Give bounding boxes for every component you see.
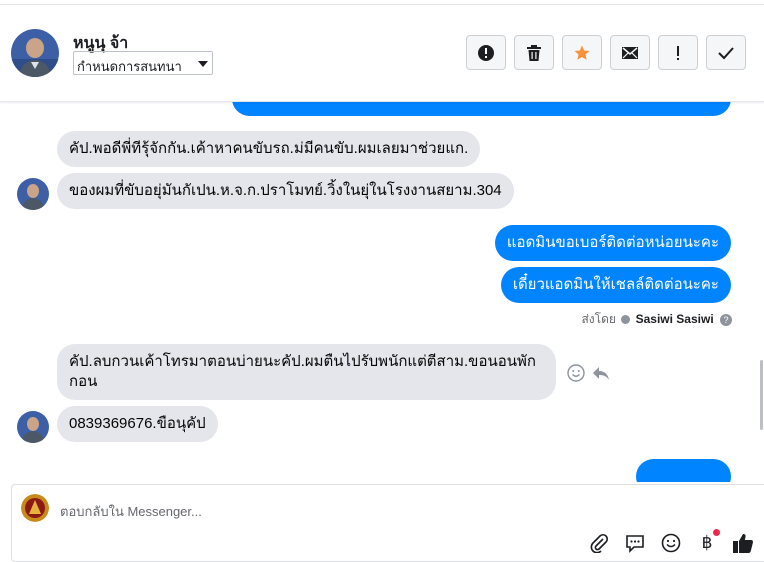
thread-scrollbar[interactable]	[760, 360, 763, 430]
exclamation-icon	[677, 45, 679, 60]
check-icon	[718, 46, 734, 59]
reply-composer: ตอบกลับใน Messenger... ฿	[11, 484, 764, 562]
star-button[interactable]	[562, 35, 602, 70]
report-button[interactable]	[466, 35, 506, 70]
outgoing-message[interactable]: เดี๋ยวแอดมินให้เชลล์ติดต่อนะคะ	[500, 267, 731, 303]
incoming-message[interactable]: ของผมที่ขับอยุ่มันกัเปน.ห.จ.ก.ปราโมทย์.ว…	[57, 173, 514, 209]
outgoing-message[interactable]: แอดมินขอเบอร์ติดต่อหน่อยนะคะ	[494, 225, 731, 261]
chevron-down-icon	[198, 61, 208, 67]
outgoing-message-partial[interactable]	[232, 101, 731, 116]
contact-avatar-small[interactable]	[17, 178, 49, 210]
trash-icon	[527, 44, 541, 61]
react-emoji-icon[interactable]	[567, 364, 585, 387]
thumbs-up-icon[interactable]	[731, 531, 755, 555]
sent-by-line: ส่งโดย Sasiwi Sasiwi ?	[581, 310, 732, 329]
baht-payment-icon[interactable]: ฿	[695, 529, 720, 555]
conversation-header: หนูนุ จ้า กำหนดการสนทนา	[0, 5, 764, 102]
paperclip-icon[interactable]	[587, 531, 611, 555]
exclamation-circle-icon	[478, 44, 494, 61]
contact-avatar[interactable]	[11, 29, 59, 77]
sent-by-name: Sasiwi Sasiwi	[635, 312, 714, 326]
verified-icon	[621, 315, 631, 324]
label-select-value: กำหนดการสนทนา	[77, 59, 182, 74]
saved-reply-icon[interactable]	[623, 531, 647, 555]
mark-unread-button[interactable]	[610, 35, 650, 70]
incoming-message[interactable]: 0839369676.ขือนุคัป	[57, 406, 218, 442]
done-button[interactable]	[706, 35, 746, 70]
emoji-icon[interactable]	[659, 531, 683, 555]
outgoing-message-partial[interactable]	[636, 459, 731, 482]
conversation-label-select[interactable]: กำหนดการสนทนา	[73, 51, 213, 75]
reply-arrow-icon[interactable]	[592, 364, 610, 387]
incoming-message[interactable]: คัป.ลบกวนเค้าโทรมาตอนบ่ายนะคัป.ผมตืนไปรั…	[57, 344, 556, 400]
sent-by-prefix: ส่งโดย	[581, 312, 616, 326]
incoming-message[interactable]: คัป.พอดีพี่ทีรุ้จักกัน.เค้าหาคนขับรถ.ม่ม…	[57, 131, 481, 167]
reply-input[interactable]: ตอบกลับใน Messenger...	[60, 501, 202, 522]
help-icon[interactable]: ?	[720, 314, 732, 326]
message-thread[interactable]: คัป.พอดีพี่ทีรุ้จักกัน.เค้าหาคนขับรถ.ม่ม…	[0, 101, 764, 482]
notification-dot	[713, 529, 720, 536]
delete-button[interactable]	[514, 35, 554, 70]
envelope-icon	[622, 46, 638, 59]
contact-avatar-small[interactable]	[17, 411, 49, 443]
star-icon	[574, 45, 590, 60]
important-button[interactable]	[658, 35, 698, 70]
page-avatar	[21, 494, 49, 522]
